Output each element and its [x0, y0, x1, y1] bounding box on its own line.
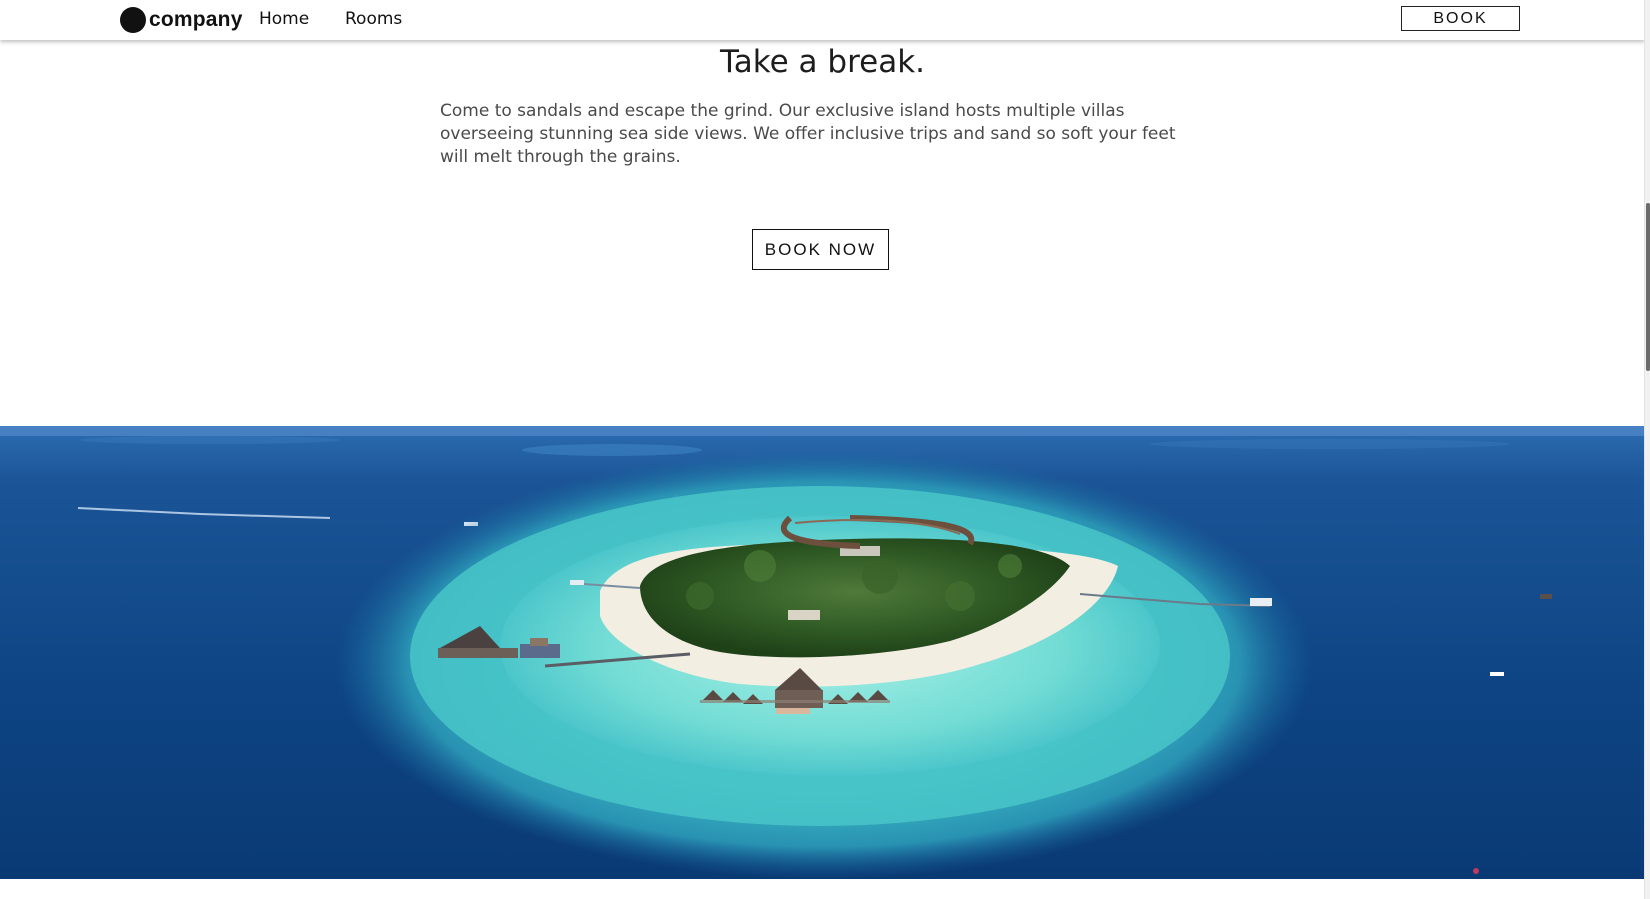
nav-link-rooms[interactable]: Rooms	[345, 9, 402, 29]
top-navbar: company Home Rooms BOOK	[0, 0, 1645, 40]
page: company Home Rooms BOOK Take a break. Co…	[0, 0, 1650, 899]
scrollbar-thumb[interactable]	[1646, 203, 1650, 371]
nav-link-home[interactable]: Home	[259, 9, 309, 29]
nav-book-button[interactable]: BOOK	[1401, 6, 1520, 31]
hero-description: Come to sandals and escape the grind. Ou…	[440, 101, 1176, 167]
hero-headline: Take a break.	[719, 44, 926, 80]
logo-text: company	[149, 8, 243, 31]
logo-circle-icon	[120, 7, 146, 33]
company-logo[interactable]: company	[120, 6, 243, 34]
book-now-button[interactable]: BOOK NOW	[752, 229, 889, 270]
island-resort-image	[0, 426, 1644, 879]
page-scrollbar[interactable]	[1644, 0, 1650, 899]
